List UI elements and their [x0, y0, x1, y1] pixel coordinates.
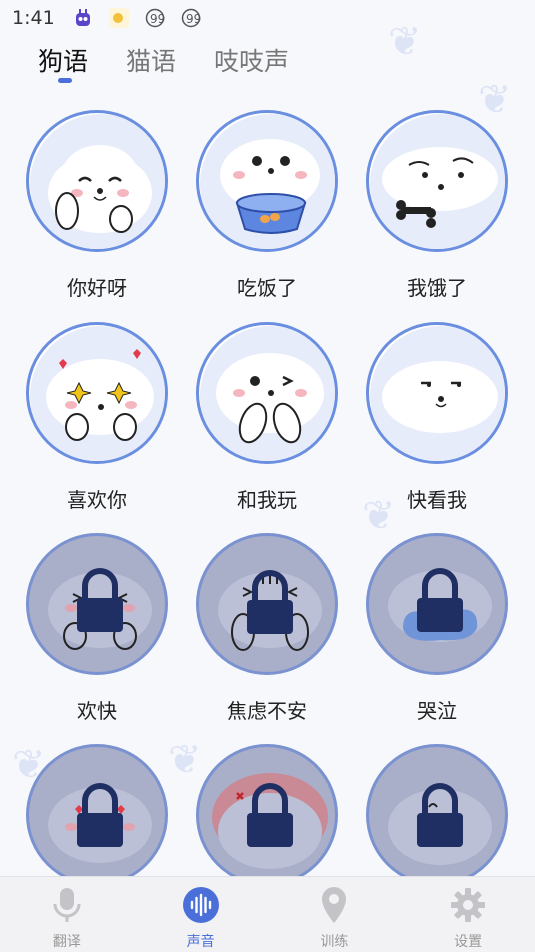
status-time: 1:41: [12, 7, 55, 29]
lock-icon: [77, 568, 123, 632]
lock-icon: [247, 783, 293, 847]
sound-button[interactable]: [26, 110, 168, 252]
sound-button[interactable]: [196, 110, 338, 252]
sound-label: 快看我: [407, 488, 467, 512]
gear-icon: [448, 885, 488, 925]
category-tabs: 狗语 猫语 吱吱声: [38, 42, 289, 83]
tab-squeak[interactable]: 吱吱声: [214, 42, 289, 78]
sound-button-locked[interactable]: [26, 533, 168, 675]
tab-label: 吱吱声: [214, 47, 290, 76]
paw-decoration-icon: ❦: [478, 77, 512, 123]
sound-label: 焦虑不安: [227, 699, 307, 723]
status-bar: 1:41 99 99: [0, 0, 535, 36]
nav-label: 训练: [320, 934, 349, 950]
dog-love-icon: [30, 326, 165, 461]
lock-icon: [247, 570, 293, 634]
app-notification-icon: [73, 8, 93, 28]
svg-text:99: 99: [150, 12, 165, 26]
tab-cat[interactable]: 猫语: [126, 42, 176, 78]
nav-label: 声音: [186, 934, 215, 950]
sound-label: 欢快: [77, 699, 117, 723]
tab-active-indicator: [58, 78, 72, 83]
dog-look-icon: [370, 326, 505, 461]
message-notification-icon: 99: [181, 8, 201, 28]
microphone-icon: [47, 885, 87, 925]
sound-wave-icon: [181, 885, 221, 925]
nav-label: 设置: [454, 934, 483, 950]
message-notification-icon: 99: [145, 8, 165, 28]
nav-sound[interactable]: 声音: [134, 877, 268, 952]
sound-label: 喜欢你: [67, 488, 127, 512]
sound-label: 你好呀: [67, 276, 127, 300]
tab-dog[interactable]: 狗语: [38, 42, 89, 83]
sound-button-locked[interactable]: [366, 744, 508, 886]
svg-text:99: 99: [186, 12, 201, 26]
dog-hungry-icon: [370, 114, 505, 249]
dog-eat-icon: [200, 114, 335, 249]
sound-button[interactable]: [26, 322, 168, 464]
lock-icon: [417, 783, 463, 847]
dog-hello-icon: [30, 114, 165, 249]
dog-play-icon: [200, 326, 335, 461]
sound-button-locked[interactable]: [366, 533, 508, 675]
tab-label: 狗语: [38, 47, 89, 76]
lock-icon: [77, 783, 123, 847]
sound-label: 吃饭了: [237, 276, 297, 300]
bottom-navigation: 翻译 声音 训练 设置: [0, 876, 535, 952]
sound-button[interactable]: [196, 322, 338, 464]
paw-decoration-icon: ❦: [168, 737, 202, 783]
weather-notification-icon: [108, 8, 129, 28]
sound-button[interactable]: [366, 110, 508, 252]
nav-training[interactable]: 训练: [268, 877, 402, 952]
sound-label: 哭泣: [417, 699, 457, 723]
sound-button[interactable]: [366, 322, 508, 464]
sound-button-locked[interactable]: [196, 533, 338, 675]
sound-button-locked[interactable]: [26, 744, 168, 886]
nav-settings[interactable]: 设置: [401, 877, 535, 952]
nav-translate[interactable]: 翻译: [0, 877, 134, 952]
sound-label: 和我玩: [237, 488, 297, 512]
nav-label: 翻译: [52, 934, 81, 950]
sound-label: 我饿了: [407, 276, 467, 300]
tab-label: 猫语: [126, 47, 177, 76]
sound-button-locked[interactable]: [196, 744, 338, 886]
lock-icon: [417, 568, 463, 632]
location-pin-icon: [314, 885, 354, 925]
